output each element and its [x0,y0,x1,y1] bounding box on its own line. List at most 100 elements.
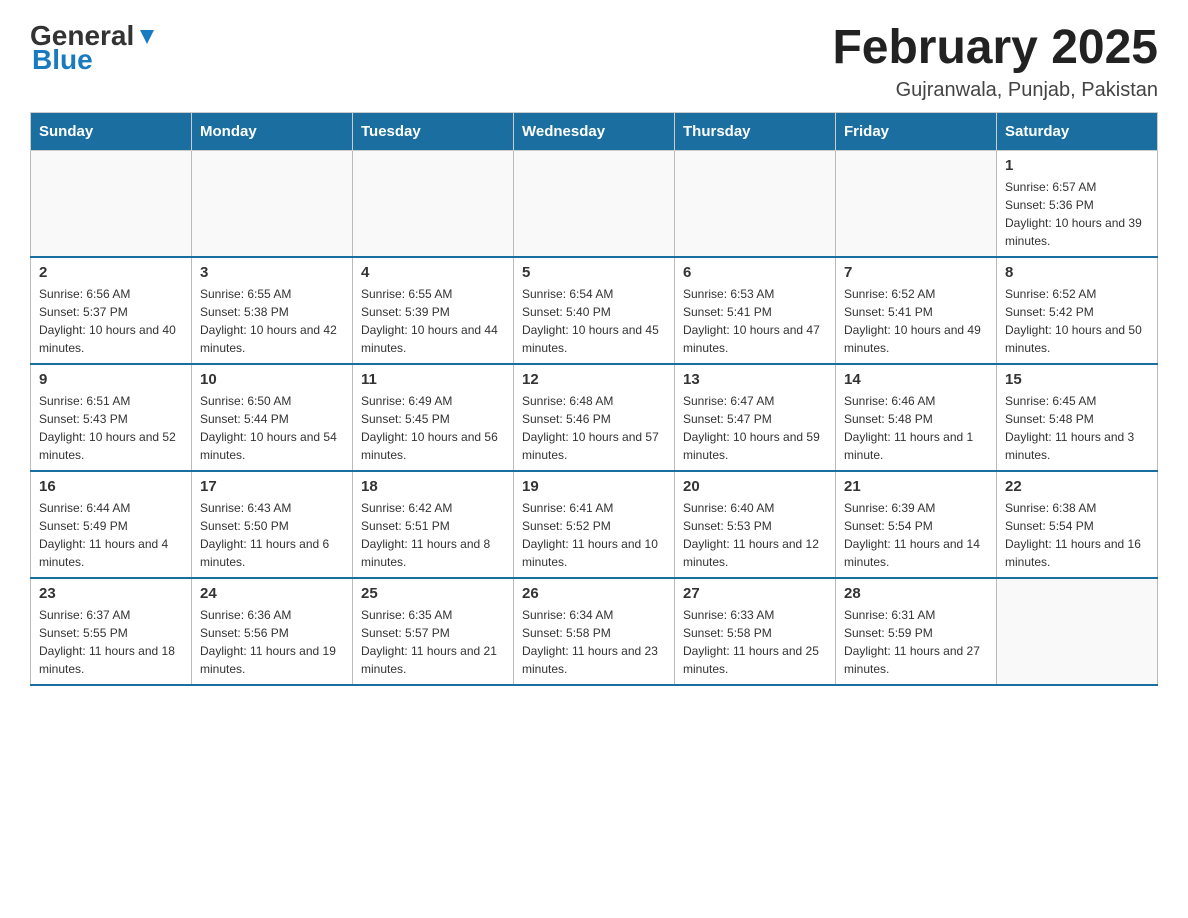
day-info: Sunrise: 6:51 AM Sunset: 5:43 PM Dayligh… [39,394,176,462]
day-info: Sunrise: 6:55 AM Sunset: 5:39 PM Dayligh… [361,287,498,355]
calendar-day-cell: 13 Sunrise: 6:47 AM Sunset: 5:47 PM Dayli… [675,364,836,471]
day-info: Sunrise: 6:55 AM Sunset: 5:38 PM Dayligh… [200,287,337,355]
calendar-header-friday: Friday [836,113,997,151]
day-number: 3 [200,264,344,281]
calendar-day-cell [997,578,1158,685]
calendar-header-monday: Monday [192,113,353,151]
calendar-day-cell: 5Sunrise: 6:54 AM Sunset: 5:40 PM Daylig… [514,257,675,364]
day-info: Sunrise: 6:46 AM Sunset: 5:48 PM Dayligh… [844,394,973,462]
day-info: Sunrise: 6:33 AM Sunset: 5:58 PM Dayligh… [683,608,819,676]
day-number: 27 [683,585,827,602]
day-info: Sunrise: 6:36 AM Sunset: 5:56 PM Dayligh… [200,608,336,676]
day-info: Sunrise: 6:43 AM Sunset: 5:50 PM Dayligh… [200,501,329,569]
day-info: Sunrise: 6:37 AM Sunset: 5:55 PM Dayligh… [39,608,175,676]
day-info: Sunrise: 6:34 AM Sunset: 5:58 PM Dayligh… [522,608,658,676]
calendar-day-cell: 18 Sunrise: 6:42 AM Sunset: 5:51 PM Dayli… [353,471,514,578]
day-number: 8 [1005,264,1149,281]
day-info: Sunrise: 6:39 AM Sunset: 5:54 PM Dayligh… [844,501,980,569]
day-number: 6 [683,264,827,281]
day-number: 1 [1005,157,1149,174]
day-info: Sunrise: 6:50 AM Sunset: 5:44 PM Dayligh… [200,394,337,462]
day-number: 9 [39,371,183,388]
calendar-day-cell: 11 Sunrise: 6:49 AM Sunset: 5:45 PM Dayli… [353,364,514,471]
day-info: Sunrise: 6:44 AM Sunset: 5:49 PM Dayligh… [39,501,168,569]
day-info: Sunrise: 6:56 AM Sunset: 5:37 PM Dayligh… [39,287,176,355]
day-number: 2 [39,264,183,281]
calendar-day-cell: 15Sunrise: 6:45 AM Sunset: 5:48 PM Dayli… [997,364,1158,471]
calendar-day-cell: 27 Sunrise: 6:33 AM Sunset: 5:58 PM Dayli… [675,578,836,685]
calendar-day-cell: 21 Sunrise: 6:39 AM Sunset: 5:54 PM Dayli… [836,471,997,578]
day-number: 10 [200,371,344,388]
calendar-day-cell: 2 Sunrise: 6:56 AM Sunset: 5:37 PM Daylig… [31,257,192,364]
logo-blue-text: Blue [32,44,93,76]
day-number: 18 [361,478,505,495]
calendar-day-cell: 9 Sunrise: 6:51 AM Sunset: 5:43 PM Daylig… [31,364,192,471]
day-number: 25 [361,585,505,602]
calendar-day-cell: 8 Sunrise: 6:52 AM Sunset: 5:42 PM Daylig… [997,257,1158,364]
day-number: 20 [683,478,827,495]
calendar-day-cell: 3 Sunrise: 6:55 AM Sunset: 5:38 PM Daylig… [192,257,353,364]
calendar-day-cell: 26 Sunrise: 6:34 AM Sunset: 5:58 PM Dayli… [514,578,675,685]
calendar-day-cell: 1 Sunrise: 6:57 AM Sunset: 5:36 PM Daylig… [997,151,1158,258]
calendar-day-cell: 6 Sunrise: 6:53 AM Sunset: 5:41 PM Daylig… [675,257,836,364]
day-info: Sunrise: 6:48 AM Sunset: 5:46 PM Dayligh… [522,394,659,462]
month-title: February 2025 [832,20,1158,75]
calendar-day-cell [836,151,997,258]
day-number: 4 [361,264,505,281]
title-block: February 2025 Gujranwala, Punjab, Pakist… [832,20,1158,102]
calendar-week-row: 9 Sunrise: 6:51 AM Sunset: 5:43 PM Daylig… [31,364,1158,471]
calendar-day-cell [31,151,192,258]
calendar-day-cell: 7 Sunrise: 6:52 AM Sunset: 5:41 PM Daylig… [836,257,997,364]
calendar-day-cell: 10 Sunrise: 6:50 AM Sunset: 5:44 PM Dayli… [192,364,353,471]
day-info: Sunrise: 6:38 AM Sunset: 5:54 PM Dayligh… [1005,501,1141,569]
calendar-day-cell: 24 Sunrise: 6:36 AM Sunset: 5:56 PM Dayli… [192,578,353,685]
calendar-day-cell [675,151,836,258]
day-info: Sunrise: 6:53 AM Sunset: 5:41 PM Dayligh… [683,287,820,355]
calendar-day-cell: 16 Sunrise: 6:44 AM Sunset: 5:49 PM Dayli… [31,471,192,578]
day-number: 21 [844,478,988,495]
day-info: Sunrise: 6:49 AM Sunset: 5:45 PM Dayligh… [361,394,498,462]
calendar-day-cell: 17Sunrise: 6:43 AM Sunset: 5:50 PM Dayli… [192,471,353,578]
day-number: 15 [1005,371,1149,388]
calendar-day-cell: 19Sunrise: 6:41 AM Sunset: 5:52 PM Dayli… [514,471,675,578]
calendar-day-cell: 25 Sunrise: 6:35 AM Sunset: 5:57 PM Dayli… [353,578,514,685]
day-number: 19 [522,478,666,495]
day-number: 14 [844,371,988,388]
day-number: 16 [39,478,183,495]
calendar-header-wednesday: Wednesday [514,113,675,151]
day-info: Sunrise: 6:52 AM Sunset: 5:42 PM Dayligh… [1005,287,1142,355]
day-number: 12 [522,371,666,388]
calendar-day-cell: 14 Sunrise: 6:46 AM Sunset: 5:48 PM Dayli… [836,364,997,471]
day-info: Sunrise: 6:47 AM Sunset: 5:47 PM Dayligh… [683,394,820,462]
day-info: Sunrise: 6:31 AM Sunset: 5:59 PM Dayligh… [844,608,980,676]
location: Gujranwala, Punjab, Pakistan [832,79,1158,102]
calendar-day-cell: 4 Sunrise: 6:55 AM Sunset: 5:39 PM Daylig… [353,257,514,364]
day-number: 28 [844,585,988,602]
calendar-day-cell [192,151,353,258]
day-number: 24 [200,585,344,602]
day-number: 23 [39,585,183,602]
calendar-header-tuesday: Tuesday [353,113,514,151]
calendar-day-cell: 23 Sunrise: 6:37 AM Sunset: 5:55 PM Dayli… [31,578,192,685]
calendar-header-thursday: Thursday [675,113,836,151]
calendar-header-row: SundayMondayTuesdayWednesdayThursdayFrid… [31,113,1158,151]
logo-triangle-icon [136,26,158,48]
day-number: 7 [844,264,988,281]
day-info: Sunrise: 6:57 AM Sunset: 5:36 PM Dayligh… [1005,180,1142,248]
calendar-week-row: 16 Sunrise: 6:44 AM Sunset: 5:49 PM Dayli… [31,471,1158,578]
day-number: 13 [683,371,827,388]
day-number: 11 [361,371,505,388]
calendar-header-sunday: Sunday [31,113,192,151]
day-number: 26 [522,585,666,602]
day-info: Sunrise: 6:35 AM Sunset: 5:57 PM Dayligh… [361,608,497,676]
day-info: Sunrise: 6:42 AM Sunset: 5:51 PM Dayligh… [361,501,490,569]
day-number: 5 [522,264,666,281]
calendar-week-row: 2 Sunrise: 6:56 AM Sunset: 5:37 PM Daylig… [31,257,1158,364]
day-number: 22 [1005,478,1149,495]
day-info: Sunrise: 6:52 AM Sunset: 5:41 PM Dayligh… [844,287,981,355]
day-info: Sunrise: 6:40 AM Sunset: 5:53 PM Dayligh… [683,501,819,569]
calendar-day-cell [514,151,675,258]
calendar-table: SundayMondayTuesdayWednesdayThursdayFrid… [30,112,1158,686]
calendar-week-row: 23 Sunrise: 6:37 AM Sunset: 5:55 PM Dayli… [31,578,1158,685]
calendar-day-cell: 20 Sunrise: 6:40 AM Sunset: 5:53 PM Dayli… [675,471,836,578]
